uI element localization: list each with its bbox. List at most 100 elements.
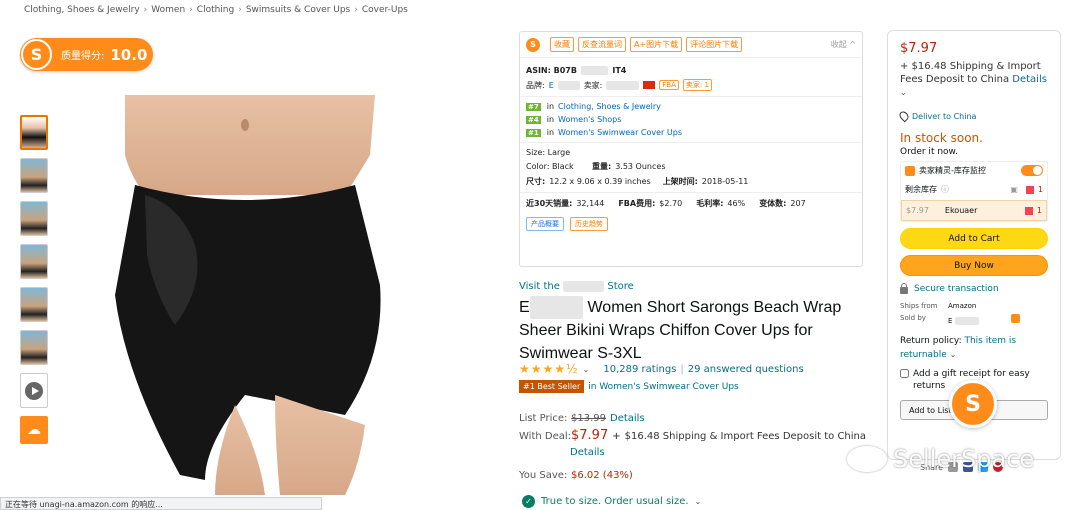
- collapse-button[interactable]: 收起 ^: [831, 39, 856, 50]
- product-summary-button[interactable]: 产品概要: [526, 217, 564, 231]
- sellerspace-logo-icon: [905, 165, 915, 176]
- breadcrumb-link-women[interactable]: Women: [151, 5, 185, 15]
- extension-toolbar: S 收藏 反查流量词 A+图片下载 评论图片下载 收起 ^: [520, 32, 862, 58]
- quality-score-badge[interactable]: S 质量得分: 10.0: [20, 38, 153, 71]
- listed-value: 2018-05-11: [701, 177, 749, 186]
- wechat-icon: [847, 446, 887, 472]
- inventory-monitor: 卖家精灵-库存监控 剩余库存 ⓘ ▣ 1 $7.97 Ekouaer 1: [900, 161, 1048, 222]
- visit-store-prefix: Visit the: [519, 281, 560, 292]
- star-rating-icon[interactable]: ★★★★½: [519, 362, 579, 376]
- fba-fee-value: $2.70: [659, 199, 683, 208]
- rank-category-link[interactable]: Clothing, Shoes & Jewelry: [558, 102, 661, 111]
- extension-footer: 产品概要 历史趋势: [526, 217, 856, 231]
- savings-label: You Save:: [519, 470, 568, 481]
- deal-details-link[interactable]: Details: [570, 447, 605, 458]
- lock-icon: [900, 283, 908, 294]
- seller-redacted: XXXXX: [954, 317, 979, 325]
- deal-price-row: With Deal: $7.97 + $16.48 Shipping & Imp…: [519, 428, 866, 443]
- brand-value[interactable]: E: [549, 81, 554, 90]
- main-product-image[interactable]: [85, 95, 400, 495]
- cloud-download-icon[interactable]: ☁: [20, 416, 48, 444]
- inventory-monitor-toggle[interactable]: [1021, 165, 1043, 176]
- help-icon[interactable]: ⓘ: [941, 184, 949, 195]
- sold-by-label: Sold by: [900, 314, 926, 322]
- list-price-details-link[interactable]: Details: [610, 413, 645, 424]
- bestseller-row: #1 Best Seller in Women's Swimwear Cover…: [519, 380, 739, 393]
- breadcrumb-link-swimsuits[interactable]: Swimsuits & Cover Ups: [246, 5, 350, 15]
- rating-row: ★★★★½ ⌄ 10,289 ratings | 29 answered que…: [519, 362, 804, 376]
- breadcrumb-link-clothing-shoes-jewelry[interactable]: Clothing, Shoes & Jewelry: [24, 5, 140, 15]
- brand-seller-row: 品牌: E XXXX 卖家: XXXXXX FBA 卖家: 1: [526, 79, 856, 91]
- sales-value: 32,144: [576, 199, 605, 208]
- stock-left-label: 剩余库存: [905, 185, 937, 194]
- thumbnail-3[interactable]: [20, 201, 48, 236]
- rank-prefix: in: [546, 128, 555, 137]
- thumbnail-video[interactable]: [20, 373, 48, 408]
- breadcrumb-link-cover-ups[interactable]: Cover-Ups: [362, 5, 408, 15]
- watermark-text: SellerSpace: [893, 445, 1035, 473]
- asin-label: ASIN: B07B: [526, 66, 577, 75]
- seller-stock-count: 1: [1036, 206, 1042, 215]
- brand-redacted: XXXX: [557, 80, 580, 90]
- thumbnail-5[interactable]: [20, 287, 48, 322]
- deliver-to-link[interactable]: Deliver to China: [897, 109, 1048, 123]
- fit-text: True to size. Order usual size.: [541, 496, 689, 507]
- order-status: Order it now.: [900, 147, 958, 157]
- weight-label: 重量:: [592, 162, 612, 171]
- location-pin-icon: [897, 109, 911, 123]
- gift-receipt-checkbox[interactable]: [900, 369, 909, 378]
- bestseller-badge[interactable]: #1 Best Seller: [519, 380, 585, 393]
- bestseller-category-link[interactable]: in Women's Swimwear Cover Ups: [588, 382, 739, 392]
- buy-now-button[interactable]: Buy Now: [900, 255, 1048, 276]
- sellerspace-floating-logo-icon[interactable]: S: [949, 380, 997, 428]
- history-trend-button[interactable]: 历史趋势: [570, 217, 608, 231]
- product-title: EXXXXX Women Short Sarongs Beach Wrap Sh…: [519, 296, 869, 365]
- sellerspace-logo-icon[interactable]: [1010, 314, 1020, 323]
- add-to-cart-button[interactable]: Add to Cart: [900, 228, 1048, 249]
- visit-store-link[interactable]: Visit the XXXXXX Store: [519, 281, 634, 292]
- deliver-to-text: Deliver to China: [912, 111, 977, 121]
- thumbnail-4[interactable]: [20, 244, 48, 279]
- buybox-shipping-details-link[interactable]: Details: [1012, 74, 1047, 85]
- chevron-down-icon[interactable]: ⌄: [695, 497, 702, 506]
- seller-count-tag[interactable]: 卖家: 1: [682, 79, 712, 91]
- aplus-image-download-button[interactable]: A+图片下载: [630, 37, 683, 52]
- thumbnail-6[interactable]: [20, 330, 48, 365]
- reverse-keyword-button[interactable]: 反查流量词: [578, 37, 626, 52]
- chevron-down-icon[interactable]: ⌄: [583, 365, 590, 374]
- ratings-count-link[interactable]: 10,289 ratings: [603, 364, 676, 375]
- rank-prefix: in: [546, 115, 555, 124]
- sold-by-initial[interactable]: E: [948, 317, 952, 325]
- stock-left-row: 剩余库存 ⓘ ▣ 1: [901, 179, 1047, 200]
- savings-value: $6.02 (43%): [571, 470, 633, 481]
- seller-extension-panel: S 收藏 反查流量词 A+图片下载 评论图片下载 收起 ^ ASIN: B07B…: [519, 31, 863, 267]
- ships-sold-info: Ships from Amazon Sold by E XXXXX: [900, 302, 1048, 325]
- favorite-button[interactable]: 收藏: [550, 37, 574, 52]
- buybox-price: $7.97: [900, 41, 938, 56]
- secure-transaction-link[interactable]: Secure transaction: [900, 283, 1048, 294]
- rank-number: #4: [526, 115, 541, 124]
- rank-number: #7: [526, 102, 541, 111]
- china-flag-icon: [643, 81, 656, 89]
- chevron-down-icon[interactable]: ⌄: [900, 88, 907, 97]
- thumbnail-2[interactable]: [20, 158, 48, 193]
- inventory-monitor-header: 卖家精灵-库存监控: [901, 162, 1047, 179]
- stock-left-count: 1: [1037, 185, 1043, 194]
- asin-redacted: XXXXX: [580, 66, 609, 75]
- rank-category-link[interactable]: Women's Shops: [558, 115, 621, 124]
- answered-questions-link[interactable]: 29 answered questions: [688, 364, 804, 375]
- list-price-label: List Price:: [519, 413, 568, 424]
- thumbnail-1[interactable]: [20, 115, 48, 150]
- deal-shipping: $16.48 Shipping & Import Fees Deposit to…: [624, 431, 867, 442]
- rank-category-link[interactable]: Women's Swimwear Cover Ups: [558, 128, 682, 137]
- chevron-down-icon[interactable]: ⌄: [950, 350, 957, 359]
- visit-store-suffix: Store: [607, 281, 634, 292]
- breadcrumb-link-clothing[interactable]: Clothing: [197, 5, 234, 15]
- camera-icon[interactable]: ▣: [1010, 185, 1018, 194]
- sellerspace-watermark: SellerSpace: [847, 445, 1034, 473]
- deal-details-row: Details: [519, 447, 866, 458]
- deal-label: With Deal:: [519, 431, 572, 442]
- list-price-row: List Price: $13.99 Details: [519, 413, 866, 424]
- review-image-download-button[interactable]: 评论图片下载: [686, 37, 743, 52]
- listed-label: 上架时间:: [662, 177, 698, 186]
